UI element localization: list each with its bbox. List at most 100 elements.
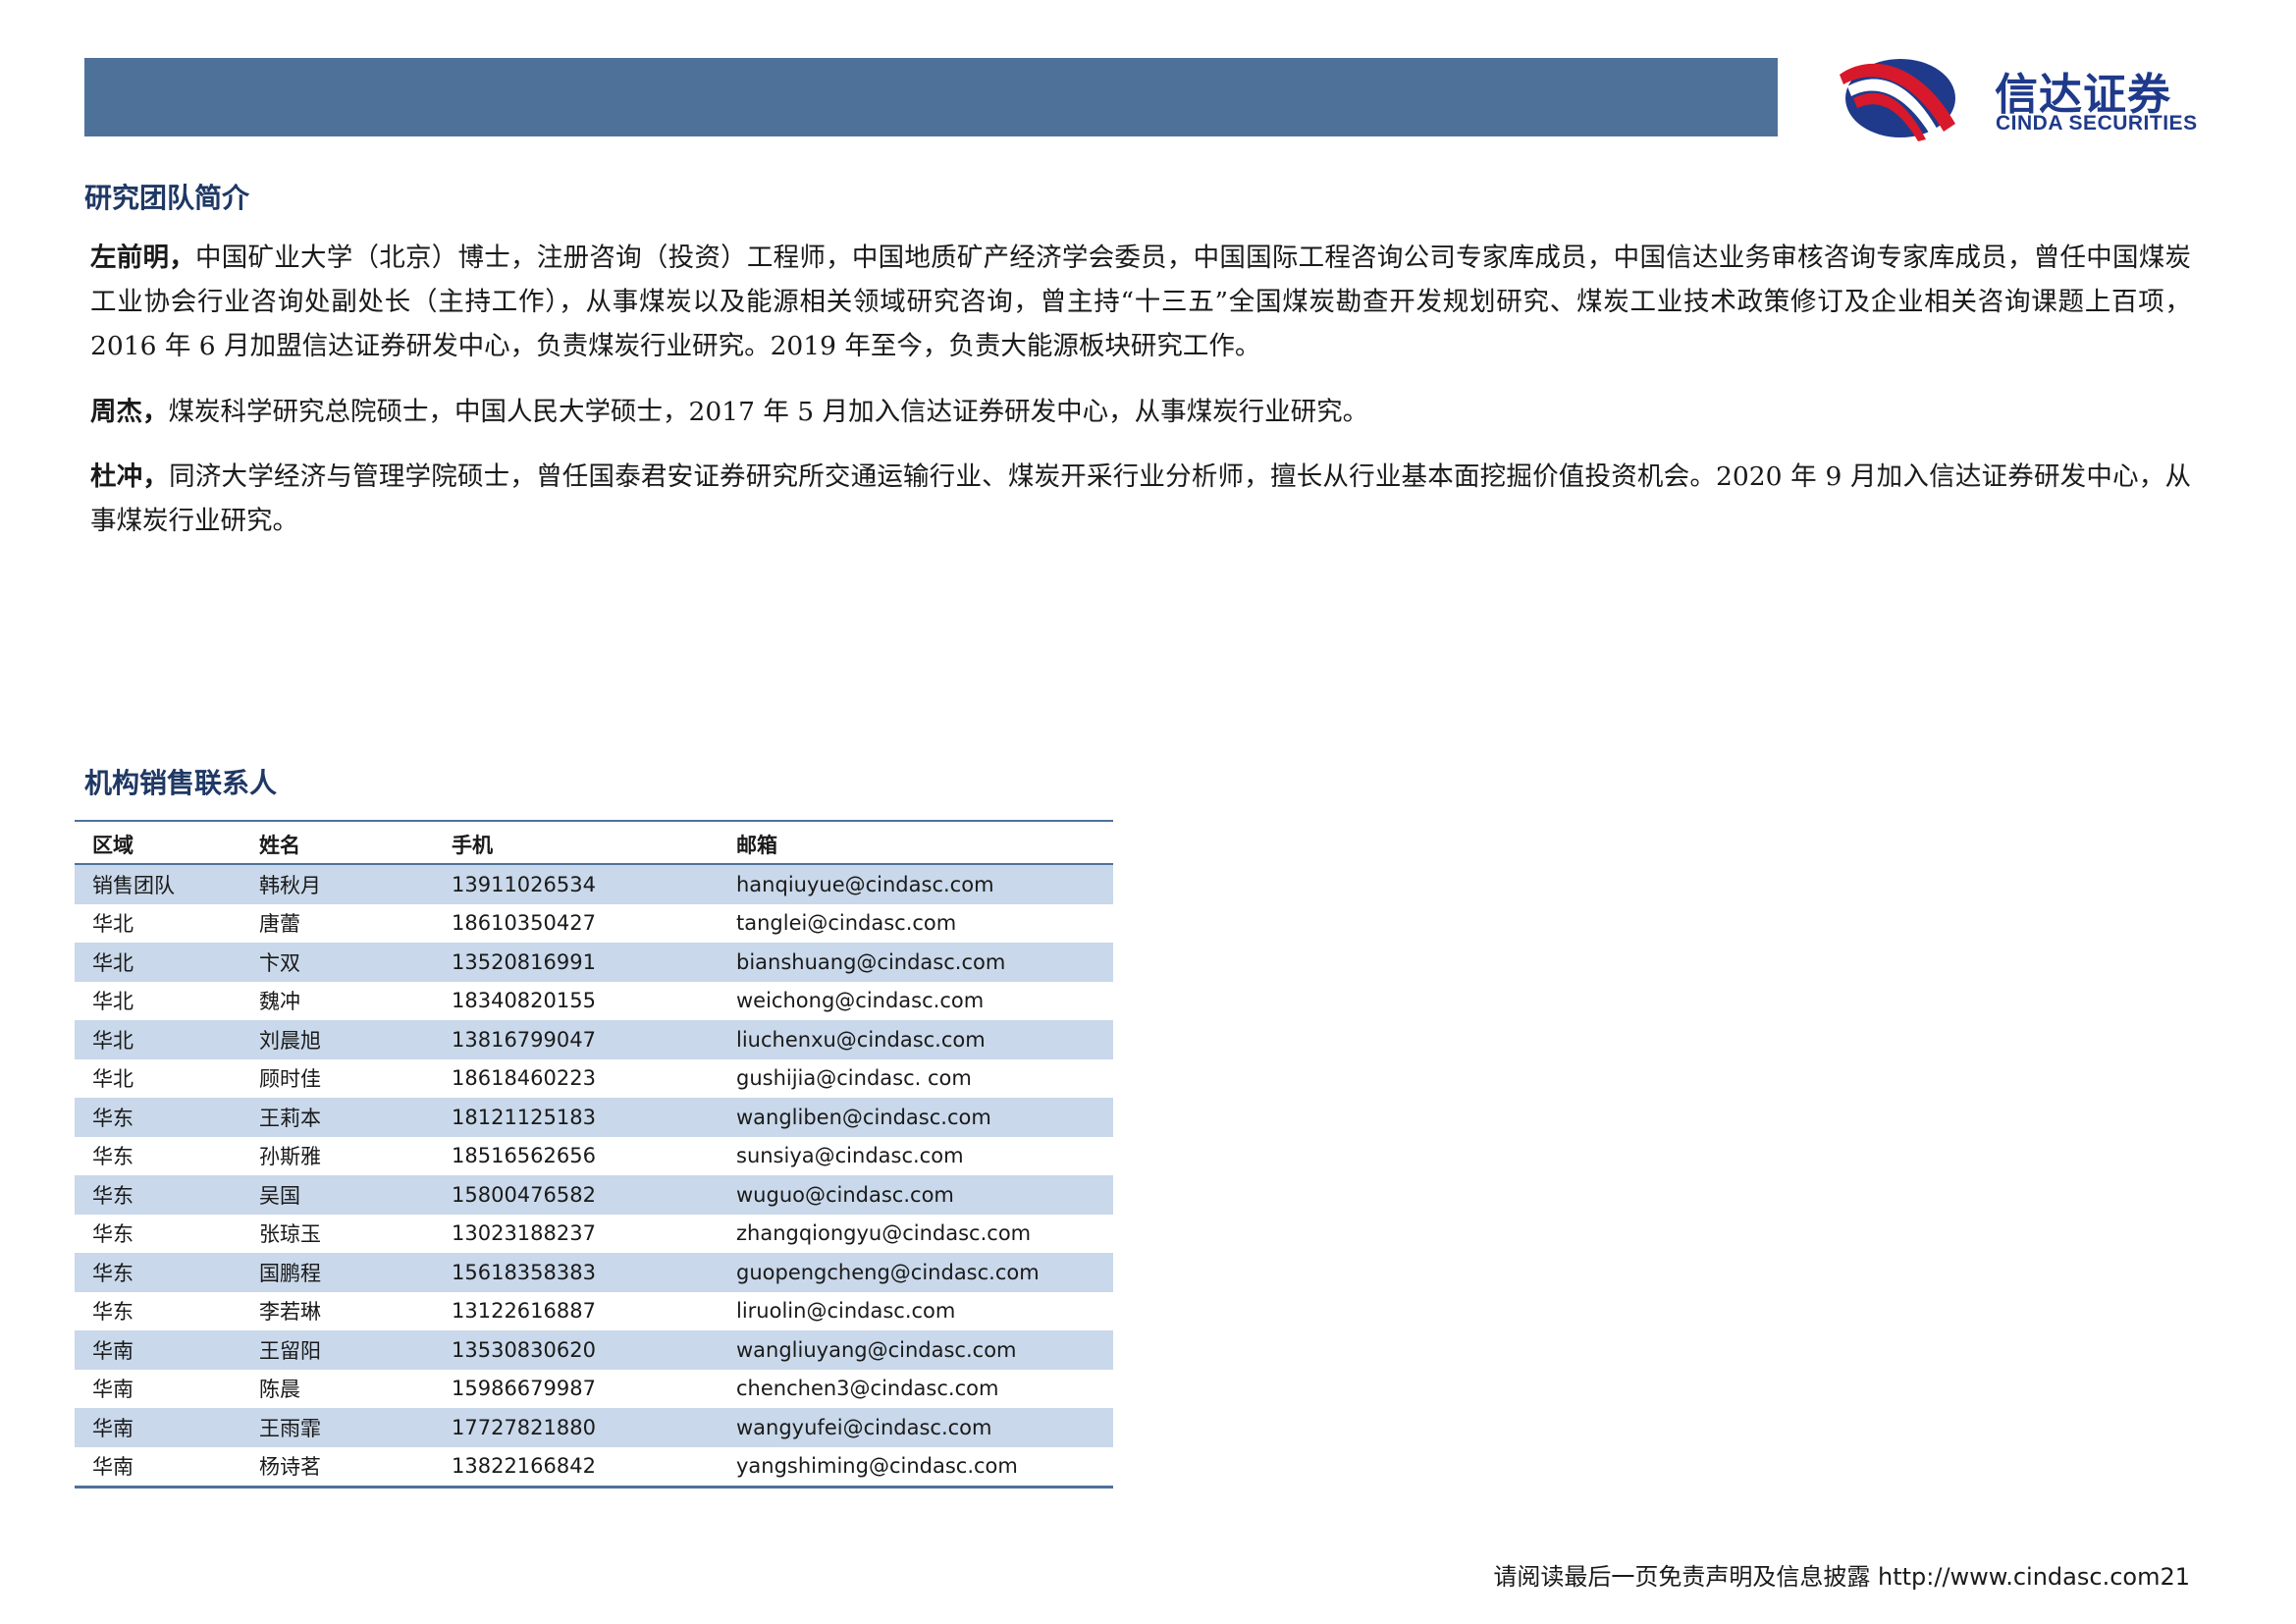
header-bar [84, 58, 1778, 136]
team-member-bio: 周杰，煤炭科学研究总院硕士，中国人民大学硕士，2017 年 5 月加入信达证券研… [90, 390, 2191, 434]
cell-phone: 18610350427 [452, 911, 596, 936]
cell-email[interactable]: wangliben@cindasc.com [719, 1098, 1113, 1137]
table-row: 华东 吴国 15800476582 wuguo@cindasc.com [75, 1175, 1113, 1215]
cell-name: 李若琳 [259, 1300, 321, 1325]
cell-name: 国鹏程 [241, 1253, 434, 1292]
footer-url[interactable]: http://www.cindasc.com [1878, 1563, 2160, 1591]
cell-phone: 13023188237 [452, 1221, 596, 1246]
cell-name: 王莉本 [241, 1098, 434, 1137]
cell-email[interactable]: bianshuang@cindasc.com [719, 943, 1113, 982]
table-row: 华南 陈晨 15986679987 chenchen3@cindasc.com [75, 1370, 1113, 1409]
cell-name: 吴国 [241, 1175, 434, 1215]
cell-email[interactable]: yangshiming@cindasc.com [719, 1447, 1113, 1488]
table-row: 华南 王雨霏 17727821880 wangyufei@cindasc.com [75, 1408, 1113, 1447]
cell-name: 刘晨旭 [241, 1020, 434, 1059]
page-footer: 请阅读最后一页免责声明及信息披露 http://www.cindasc.com2… [1493, 1557, 2190, 1592]
header-region: 区域 [75, 821, 241, 865]
cell-region: 华南 [92, 1378, 133, 1402]
table-row: 华北 唐蕾 18610350427 tanglei@cindasc.com [75, 904, 1113, 944]
cell-name: 顾时佳 [259, 1067, 321, 1092]
cell-region: 华北 [92, 1067, 133, 1092]
footer-disclaimer: 请阅读最后一页免责声明及信息披露 [1493, 1563, 1871, 1591]
table-row: 华东 王莉本 18121125183 wangliben@cindasc.com [75, 1098, 1113, 1137]
table-header-row: 区域 姓名 手机 邮箱 [75, 821, 1113, 865]
cell-phone: 18516562656 [452, 1144, 596, 1168]
cell-phone: 18340820155 [452, 989, 596, 1013]
cell-region: 华东 [75, 1175, 241, 1215]
cell-name: 张琼玉 [259, 1222, 321, 1247]
cell-region: 华南 [75, 1408, 241, 1447]
cell-email[interactable]: wangliuyang@cindasc.com [719, 1330, 1113, 1370]
cell-phone: 15800476582 [434, 1175, 719, 1215]
cell-email[interactable]: wuguo@cindasc.com [719, 1175, 1113, 1215]
team-member-bio: 左前明，中国矿业大学（北京）博士，注册咨询（投资）工程师，中国地质矿产经济学会委… [90, 236, 2191, 368]
brand-name-en: CINDA SECURITIES [1996, 112, 2198, 135]
cell-name: 孙斯雅 [259, 1145, 321, 1169]
cell-name: 陈晨 [259, 1378, 300, 1402]
cell-region: 华东 [75, 1253, 241, 1292]
table-row: 华东 国鹏程 15618358383 guopengcheng@cindasc.com [75, 1253, 1113, 1292]
member-bio-text: 煤炭科学研究总院硕士，中国人民大学硕士，2017 年 5 月加入信达证券研发中心… [168, 397, 1369, 427]
cell-phone: 13822166842 [452, 1454, 596, 1479]
page-number: 21 [2160, 1563, 2190, 1591]
table-row: 销售团队 韩秋月 13911026534 hanqiuyue@cindasc.com [75, 864, 1113, 904]
member-bio-text: 同济大学经济与管理学院硕士，曾任国泰君安证券研究所交通运输行业、煤炭开采行业分析… [90, 461, 2192, 536]
cinda-logo: 信达证券 CINDA SECURITIES [1834, 55, 2236, 143]
cell-region: 华南 [75, 1330, 241, 1370]
cell-phone: 13122616887 [452, 1299, 596, 1324]
member-bio-text: 中国矿业大学（北京）博士，注册咨询（投资）工程师，中国地质矿产经济学会委员，中国… [90, 243, 2192, 361]
cell-phone: 13530830620 [434, 1330, 719, 1370]
header-email: 邮箱 [719, 821, 1113, 865]
sales-section-title: 机构销售联系人 [84, 767, 278, 799]
cell-email[interactable]: gushijia@cindasc. com [719, 1059, 1113, 1099]
cell-email[interactable]: tanglei@cindasc.com [719, 904, 1113, 944]
table-row: 华南 杨诗茗 13822166842 yangshiming@cindasc.com [75, 1447, 1113, 1488]
cell-region: 华北 [75, 1020, 241, 1059]
table-row: 华东 张琼玉 13023188237 zhangqiongyu@cindasc.com [75, 1215, 1113, 1254]
team-member-bio: 杜冲，同济大学经济与管理学院硕士，曾任国泰君安证券研究所交通运输行业、煤炭开采行… [90, 455, 2191, 543]
cell-email[interactable]: hanqiuyue@cindasc.com [719, 864, 1113, 904]
cell-phone: 13520816991 [434, 943, 719, 982]
cell-email[interactable]: wangyufei@cindasc.com [719, 1408, 1113, 1447]
table-row: 华东 孙斯雅 18516562656 sunsiya@cindasc.com [75, 1137, 1113, 1176]
cell-email[interactable]: chenchen3@cindasc.com [719, 1370, 1113, 1409]
cell-region: 华东 [92, 1300, 133, 1325]
table-row: 华南 王留阳 13530830620 wangliuyang@cindasc.com [75, 1330, 1113, 1370]
cell-phone: 15986679987 [452, 1377, 596, 1401]
cell-region: 华东 [92, 1222, 133, 1247]
cell-phone: 18618460223 [452, 1066, 596, 1091]
team-section-title: 研究团队简介 [84, 182, 250, 214]
header-name: 姓名 [241, 821, 434, 865]
cell-phone: 18121125183 [434, 1098, 719, 1137]
cell-region: 华东 [75, 1098, 241, 1137]
cell-phone: 17727821880 [434, 1408, 719, 1447]
cell-name: 卞双 [241, 943, 434, 982]
cell-name: 唐蕾 [259, 912, 300, 937]
cell-email[interactable]: liuchenxu@cindasc.com [719, 1020, 1113, 1059]
cell-email[interactable]: liruolin@cindasc.com [719, 1292, 1113, 1331]
cell-phone: 13911026534 [434, 864, 719, 904]
cell-region: 华南 [92, 1455, 133, 1480]
cell-name: 王雨霏 [241, 1408, 434, 1447]
table-row: 华北 魏冲 18340820155 weichong@cindasc.com [75, 982, 1113, 1021]
member-name: 杜冲， [90, 461, 170, 492]
table-row: 华北 顾时佳 18618460223 gushijia@cindasc. com [75, 1059, 1113, 1099]
cell-name: 魏冲 [259, 990, 300, 1014]
sales-contact-table: 区域 姓名 手机 邮箱 销售团队 韩秋月 13911026534 hanqiuyue@… [75, 820, 1113, 1489]
header-phone: 手机 [434, 821, 719, 865]
cell-email[interactable]: weichong@cindasc.com [719, 982, 1113, 1021]
cell-email[interactable]: sunsiya@cindasc.com [719, 1137, 1113, 1176]
cell-email[interactable]: zhangqiongyu@cindasc.com [719, 1215, 1113, 1254]
table-row: 华东 李若琳 13122616887 liruolin@cindasc.com [75, 1292, 1113, 1331]
cell-region: 华北 [92, 990, 133, 1014]
cell-name: 韩秋月 [241, 864, 434, 904]
cell-region: 华东 [92, 1145, 133, 1169]
cell-region: 华北 [75, 943, 241, 982]
cell-name: 杨诗茗 [259, 1455, 321, 1480]
cell-region: 华北 [92, 912, 133, 937]
cell-phone: 13816799047 [434, 1020, 719, 1059]
table-row: 华北 刘晨旭 13816799047 liuchenxu@cindasc.com [75, 1020, 1113, 1059]
member-name: 左前明， [90, 243, 196, 273]
member-name: 周杰， [90, 397, 169, 427]
cell-email[interactable]: guopengcheng@cindasc.com [719, 1253, 1113, 1292]
